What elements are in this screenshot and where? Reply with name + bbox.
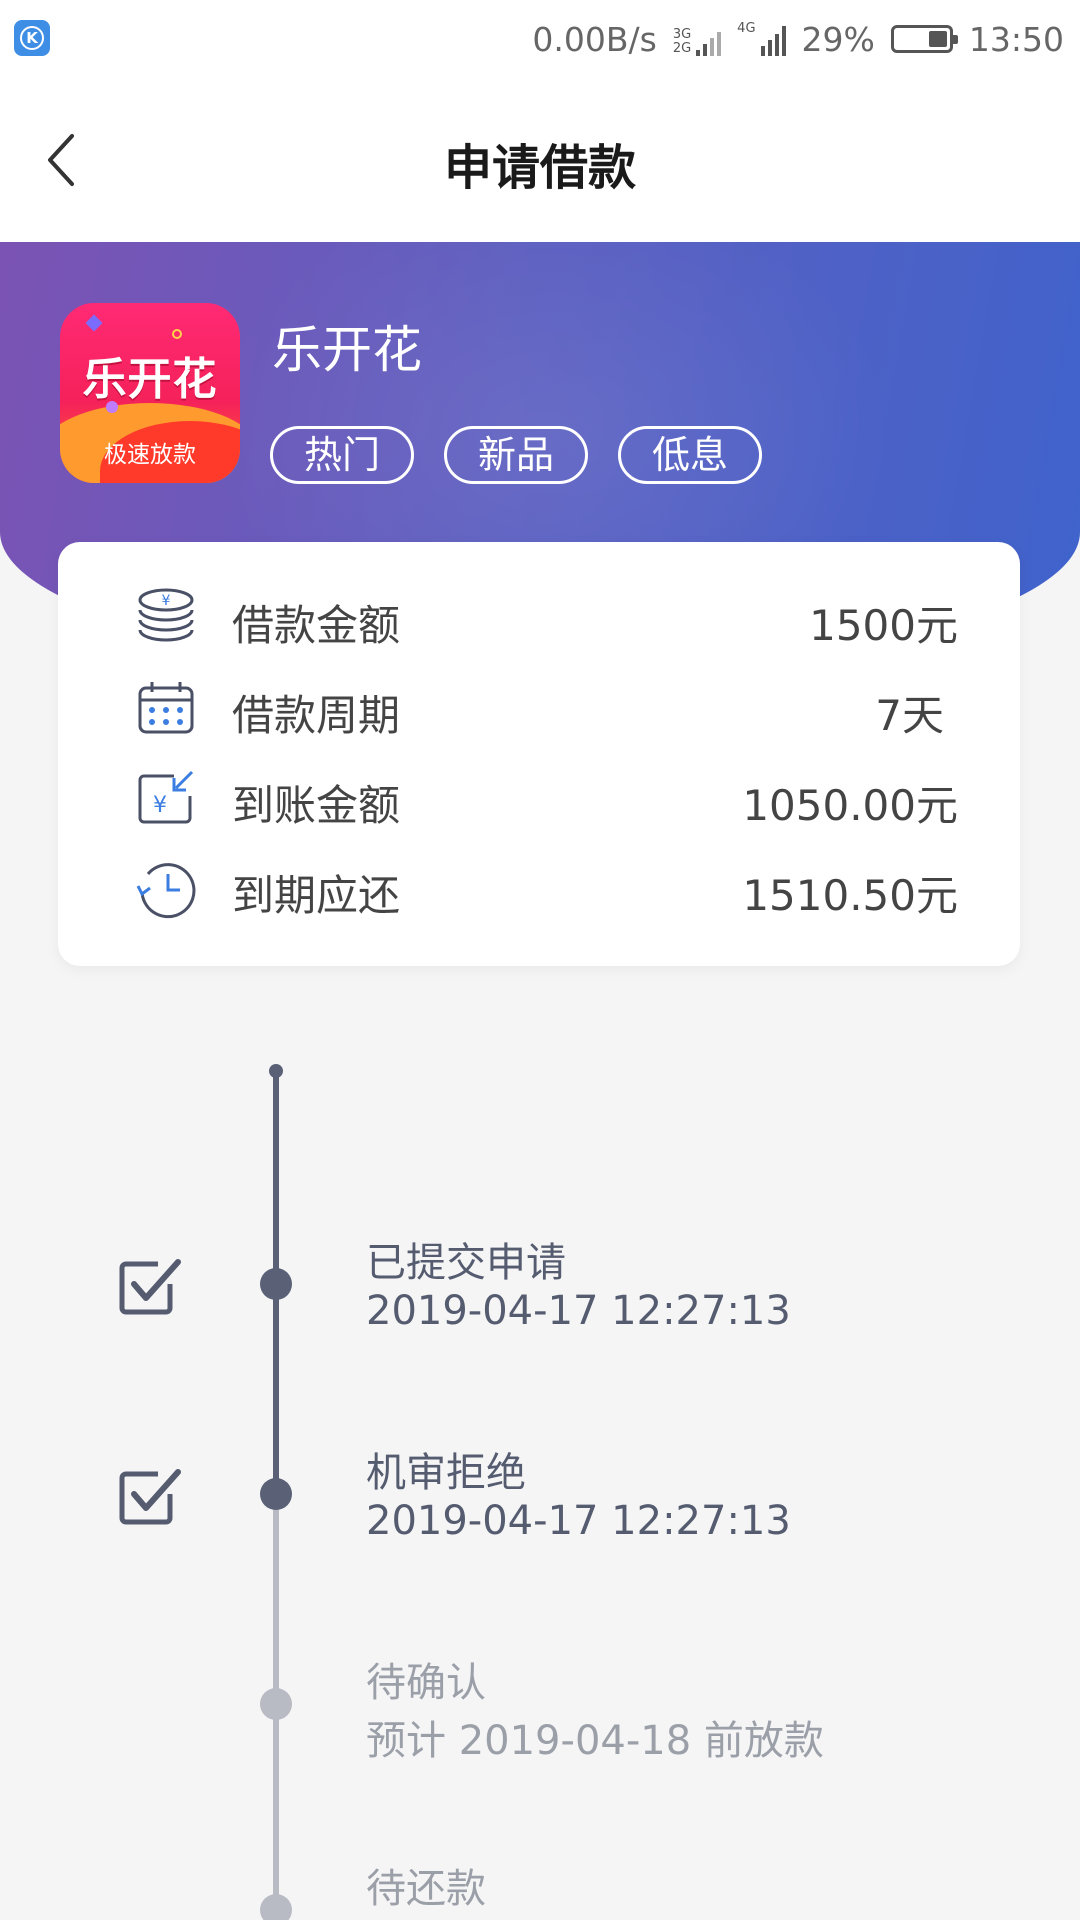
loan-period-label: 借款周期 <box>232 691 401 740</box>
nav-bar: 申请借款 <box>0 78 1080 242</box>
svg-text:¥: ¥ <box>153 793 167 818</box>
received-amount-label: 到账金额 <box>232 781 401 830</box>
checkbox-checked-icon <box>119 1469 181 1525</box>
product-name: 乐开花 <box>272 321 422 379</box>
step-time: 预计 2019-04-18 前放款 <box>366 1718 824 1764</box>
tag-low-interest: 低息 <box>618 426 762 484</box>
progress-timeline: 已提交申请 2019-04-17 12:27:13 机审拒绝 2019-04-1… <box>0 1060 1080 1920</box>
app-notification-icon: K <box>14 20 50 56</box>
network-speed: 0.00B/s <box>532 19 657 59</box>
received-amount-value: 1050.00元 <box>742 781 958 830</box>
tag-new: 新品 <box>444 426 588 484</box>
loan-amount-value: 1500元 <box>809 601 958 650</box>
loan-amount-label: 借款金额 <box>232 601 401 650</box>
timeline-node <box>260 1478 292 1510</box>
timeline-node <box>260 1268 292 1300</box>
page-title: 申请借款 <box>443 140 636 196</box>
step-time: 2019-04-17 12:27:13 <box>366 1498 791 1544</box>
timeline-node <box>260 1688 292 1720</box>
product-logo: 乐开花 极速放款 <box>60 303 240 483</box>
logo-subtext: 极速放款 <box>104 442 196 468</box>
loan-info-card: ¥ 借款金额 1500元 借款周期 7天 ¥ 到账金额 1050.00元 到期应… <box>58 542 1020 966</box>
coin-stack-icon: ¥ <box>138 588 194 642</box>
step-title: 机审拒绝 <box>366 1450 526 1496</box>
due-amount-label: 到期应还 <box>232 871 401 920</box>
loan-period-row: 借款周期 7天 <box>58 668 1020 748</box>
due-amount-row: 到期应还 1510.50元 <box>58 848 1020 928</box>
sim2-signal-icon: 4G <box>737 22 786 56</box>
timeline-node <box>260 1894 292 1920</box>
tag-hot: 热门 <box>270 426 414 484</box>
clock-return-icon <box>136 863 196 919</box>
calendar-icon <box>138 682 194 734</box>
step-title: 待还款 <box>366 1866 486 1912</box>
status-bar: K 0.00B/s 3G 2G 4G 29% 13:50 <box>0 0 1080 78</box>
product-tags: 热门 新品 低息 <box>270 426 762 484</box>
logo-text: 乐开花 <box>82 354 218 405</box>
step-title: 待确认 <box>366 1660 486 1706</box>
svg-text:¥: ¥ <box>162 593 171 609</box>
due-amount-value: 1510.50元 <box>742 871 958 920</box>
sim1-signal-icon: 3G 2G <box>673 22 722 56</box>
step-time: 2019-04-17 12:27:13 <box>366 1288 791 1334</box>
checkbox-checked-icon <box>119 1259 181 1315</box>
money-in-icon: ¥ <box>138 770 194 824</box>
battery-icon <box>890 25 958 53</box>
loan-period-value: 7天 <box>875 691 944 740</box>
received-amount-row: ¥ 到账金额 1050.00元 <box>58 758 1020 838</box>
battery-percent: 29% <box>801 19 875 59</box>
timeline-start-dot <box>269 1064 283 1078</box>
clock: 13:50 <box>968 19 1064 59</box>
loan-amount-row: ¥ 借款金额 1500元 <box>58 578 1020 658</box>
step-title: 已提交申请 <box>366 1240 566 1286</box>
